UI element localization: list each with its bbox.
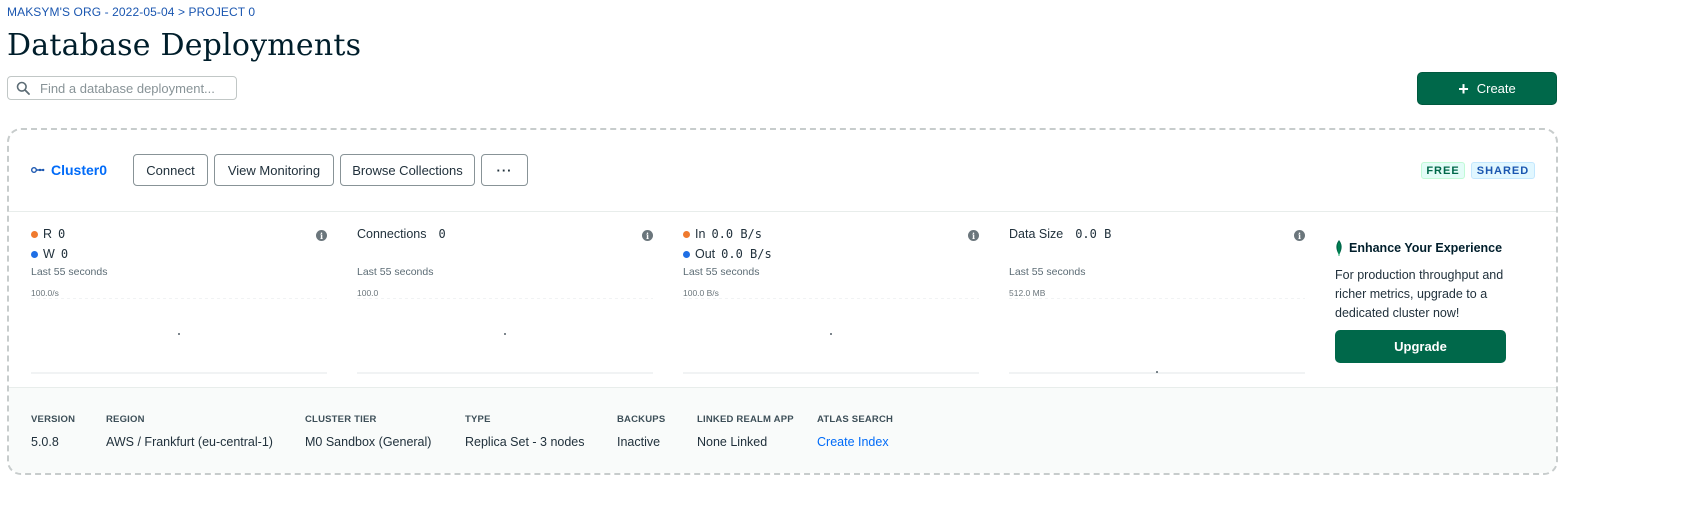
region-label: REGION	[106, 414, 145, 425]
version-label: VERSION	[31, 414, 76, 425]
cluster-name[interactable]: Cluster0	[51, 162, 107, 178]
metrics-panel: R 0 W 0 i Last 55 seconds 100.0/s Connec…	[9, 212, 1556, 387]
operations-chart	[31, 298, 327, 374]
backups-label: BACKUPS	[617, 414, 666, 425]
metric-scale: 100.0	[357, 288, 379, 298]
upsell-text: For production throughput and richer met…	[1335, 268, 1504, 320]
plus-icon: +	[1458, 78, 1469, 99]
metric-network[interactable]: In 0.0 B/s Out 0.0 B/s i Last 55 seconds…	[683, 212, 979, 387]
info-icon[interactable]: i	[316, 230, 327, 241]
info-icon[interactable]: i	[642, 230, 653, 241]
breadcrumb-org[interactable]: MAKSYM'S ORG - 2022-05-04	[7, 5, 175, 19]
metric-window: Last 55 seconds	[31, 266, 108, 278]
cluster-name-link[interactable]: Cluster0	[31, 162, 107, 178]
search-input[interactable]	[38, 79, 222, 97]
view-monitoring-button[interactable]: View Monitoring	[214, 154, 334, 186]
read-label: R	[43, 227, 53, 241]
metric-scale: 100.0/s	[31, 288, 59, 298]
search-icon	[16, 81, 30, 95]
type-value: Replica Set - 3 nodes	[465, 435, 585, 449]
upsell-panel: Enhance Your Experience For production t…	[1335, 240, 1525, 323]
upsell-title: Enhance Your Experience	[1349, 241, 1503, 255]
upgrade-button[interactable]: Upgrade	[1335, 330, 1506, 363]
read-value: 0	[58, 227, 66, 241]
connections-chart	[357, 298, 653, 374]
out-dot-icon	[683, 250, 690, 258]
version-value: 5.0.8	[31, 435, 59, 449]
region-value: AWS / Frankfurt (eu-central-1)	[106, 435, 273, 449]
search-box[interactable]	[7, 76, 237, 100]
metric-window: Last 55 seconds	[1009, 266, 1086, 278]
backups-value: Inactive	[617, 435, 661, 449]
shared-badge: SHARED	[1471, 162, 1535, 179]
in-label: In	[695, 227, 706, 241]
metric-window: Last 55 seconds	[683, 266, 760, 278]
linked-realm-app-value: None Linked	[697, 435, 768, 449]
cluster-card: Cluster0 Connect View Monitoring Browse …	[7, 128, 1558, 475]
leaf-icon	[1336, 240, 1342, 256]
upsell-title-row: Enhance Your Experience	[1335, 240, 1525, 256]
data-size-label: Data Size	[1009, 227, 1064, 241]
info-icon[interactable]: i	[1294, 230, 1305, 241]
connect-button[interactable]: Connect	[133, 154, 208, 186]
breadcrumb-separator: >	[177, 5, 186, 19]
network-chart	[683, 298, 979, 374]
connections-value: 0	[438, 227, 446, 241]
cluster-card-header: Cluster0 Connect View Monitoring Browse …	[9, 130, 1556, 212]
atlas-search-label: ATLAS SEARCH	[817, 414, 894, 425]
in-dot-icon	[683, 230, 690, 238]
more-options-button[interactable]: ···	[481, 154, 528, 186]
metric-scale: 100.0 B/s	[683, 288, 719, 298]
metric-scale: 512.0 MB	[1009, 288, 1046, 298]
free-badge: FREE	[1421, 162, 1465, 179]
out-value: 0.0 B/s	[721, 247, 772, 261]
type-label: TYPE	[465, 414, 491, 425]
data-size-value: 0.0 B	[1075, 227, 1112, 241]
in-value: 0.0 B/s	[711, 227, 763, 241]
write-dot-icon	[31, 250, 38, 258]
connections-label: Connections	[357, 227, 427, 241]
cluster-details: VERSION 5.0.8 REGION AWS / Frankfurt (eu…	[9, 387, 1556, 473]
write-label: W	[43, 247, 55, 261]
create-button-label: Create	[1476, 81, 1516, 96]
out-label: Out	[695, 247, 716, 261]
data-size-chart	[1009, 298, 1305, 374]
breadcrumb-project[interactable]: PROJECT 0	[189, 5, 256, 19]
breadcrumb[interactable]: MAKSYM'S ORG - 2022-05-04 > PROJECT 0	[7, 5, 255, 19]
cluster-tier-label: CLUSTER TIER	[305, 414, 377, 425]
cluster-tier-value: M0 Sandbox (General)	[305, 435, 432, 449]
create-index-link[interactable]: Create Index	[817, 435, 889, 449]
cluster-icon	[31, 167, 45, 173]
metric-window: Last 55 seconds	[357, 266, 434, 278]
create-button[interactable]: + Create	[1417, 72, 1557, 105]
browse-collections-button[interactable]: Browse Collections	[340, 154, 475, 186]
metric-operations[interactable]: R 0 W 0 i Last 55 seconds 100.0/s	[31, 212, 327, 387]
info-icon[interactable]: i	[968, 230, 979, 241]
metric-connections[interactable]: Connections 0 i Last 55 seconds 100.0	[357, 212, 653, 387]
write-value: 0	[60, 247, 69, 261]
metric-data-size[interactable]: Data Size 0.0 B i Last 55 seconds 512.0 …	[1009, 212, 1305, 387]
read-dot-icon	[31, 230, 38, 238]
linked-realm-app-label: LINKED REALM APP	[697, 414, 794, 425]
page-title: Database Deployments	[7, 28, 362, 63]
